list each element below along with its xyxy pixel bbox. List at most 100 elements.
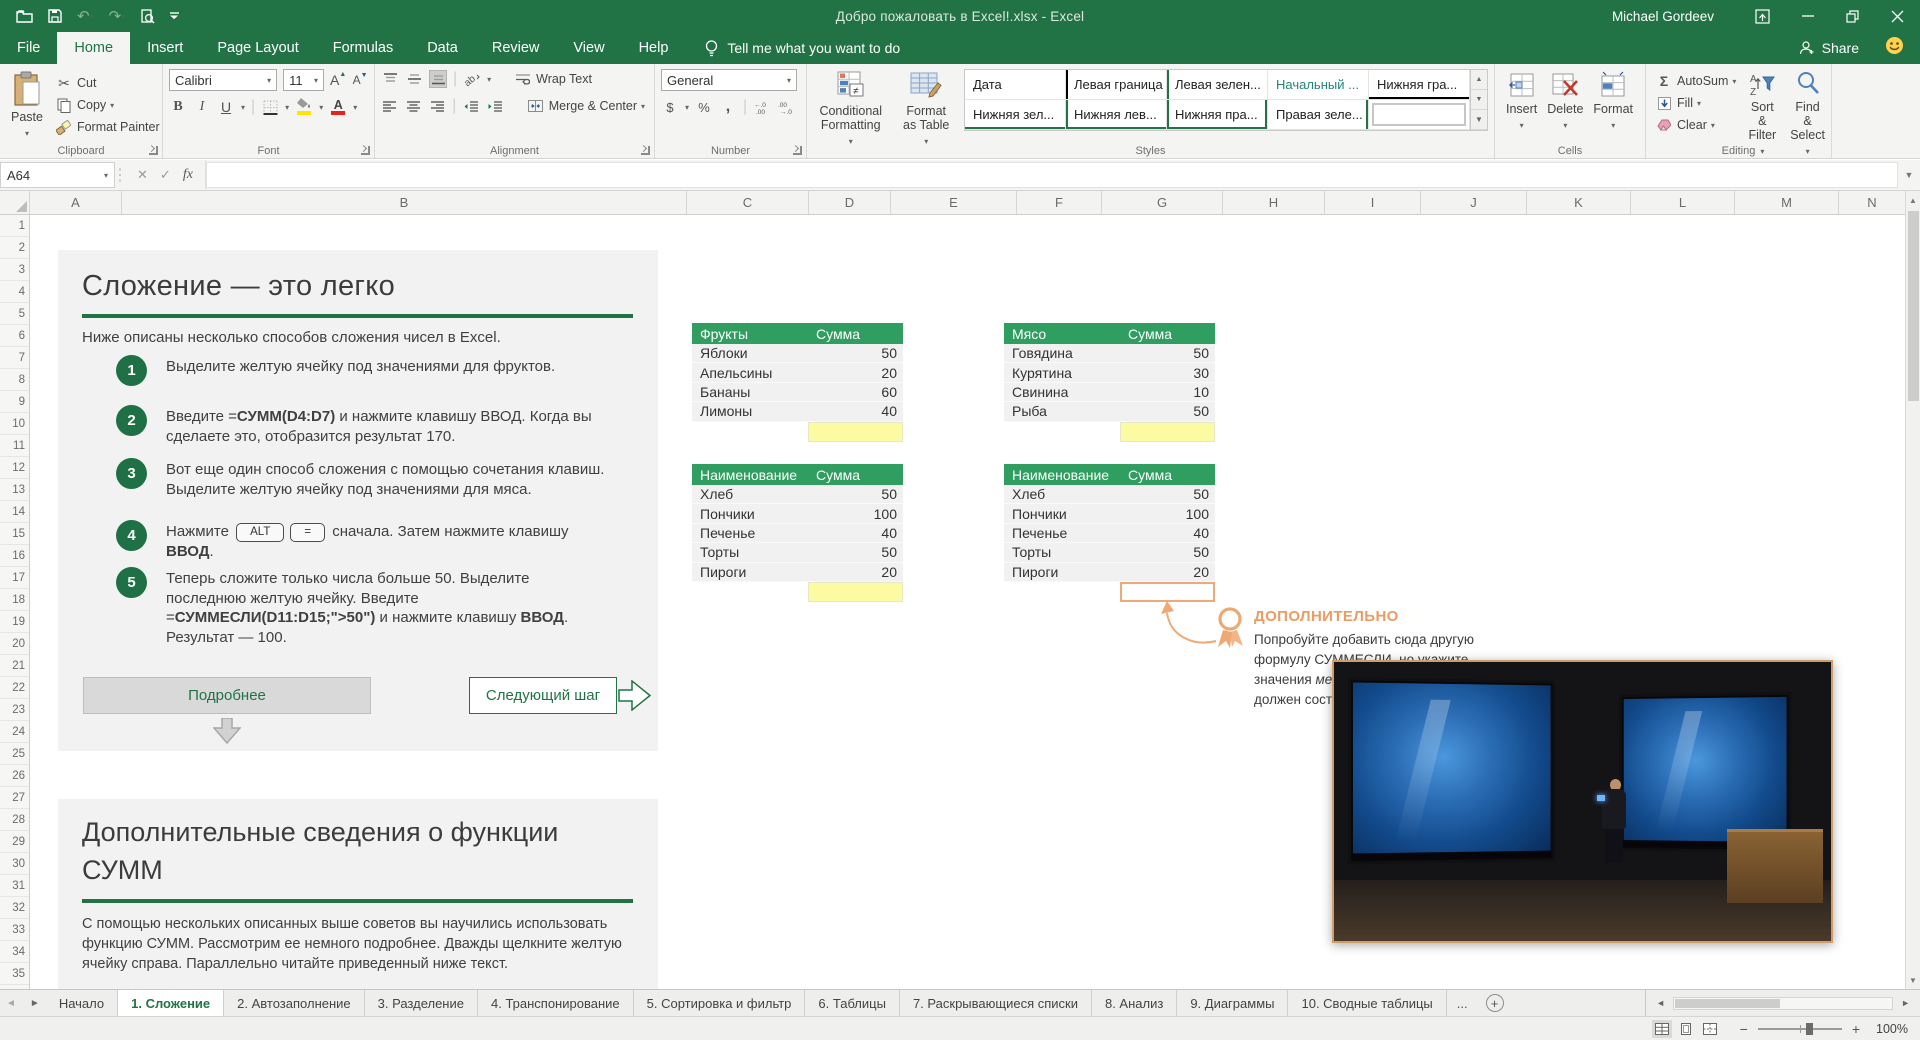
table-row[interactable]: Апельсины20: [692, 363, 903, 382]
column-header-H[interactable]: H: [1223, 191, 1325, 214]
row-header-34[interactable]: 34: [0, 941, 29, 963]
gallery-scrollbar[interactable]: ▲ ▼ ▼: [1471, 69, 1488, 131]
customize-qat-icon[interactable]: [170, 11, 179, 22]
sheet-tab-7-раскрывающиеся-списки[interactable]: 7. Раскрывающиеся списки: [900, 990, 1092, 1016]
align-bottom-icon[interactable]: [429, 70, 447, 88]
font-color-icon[interactable]: A: [329, 98, 347, 116]
row-header-18[interactable]: 18: [0, 589, 29, 611]
row-header-4[interactable]: 4: [0, 281, 29, 303]
bold-icon[interactable]: B: [169, 98, 187, 116]
yellow-input-cell[interactable]: [808, 422, 903, 442]
grow-font-icon[interactable]: A▲: [330, 71, 346, 89]
cell-style-option[interactable]: Левая зелен...: [1167, 70, 1268, 100]
row-header-24[interactable]: 24: [0, 721, 29, 743]
sheet-tab-5-сортировка-и-фильтр[interactable]: 5. Сортировка и фильтр: [634, 990, 806, 1016]
alignment-dialog-launcher[interactable]: [641, 146, 650, 155]
restore-icon[interactable]: [1830, 0, 1875, 32]
cell-style-option[interactable]: Дата: [965, 70, 1066, 100]
row-header-13[interactable]: 13: [0, 479, 29, 501]
ribbon-tab-home[interactable]: Home: [57, 32, 130, 64]
table-row[interactable]: Пончики100: [1004, 504, 1215, 523]
table-row[interactable]: Торты50: [692, 543, 903, 562]
column-header-I[interactable]: I: [1325, 191, 1421, 214]
column-header-B[interactable]: B: [122, 191, 687, 214]
align-right-icon[interactable]: [428, 97, 446, 115]
row-header-26[interactable]: 26: [0, 765, 29, 787]
horizontal-scrollbar[interactable]: ◄ ►: [1645, 990, 1920, 1016]
open-file-icon[interactable]: [16, 9, 33, 23]
align-left-icon[interactable]: [381, 97, 399, 115]
sheet-nav-left-icon[interactable]: ◄: [6, 998, 16, 1009]
table-row[interactable]: Рыба50: [1004, 402, 1215, 421]
borders-icon[interactable]: [261, 98, 279, 116]
row-header-28[interactable]: 28: [0, 809, 29, 831]
sheet-tab-4-транспонирование[interactable]: 4. Транспонирование: [478, 990, 634, 1016]
yellow-input-cell[interactable]: [808, 582, 903, 602]
font-size-combo[interactable]: 11▾: [283, 69, 324, 91]
row-header-9[interactable]: 9: [0, 391, 29, 413]
wrap-text-button[interactable]: Wrap Text: [511, 69, 595, 89]
row-header-1[interactable]: 1: [0, 215, 29, 237]
number-format-combo[interactable]: General▾: [661, 69, 797, 91]
cell-style-option[interactable]: Нижняя пра...: [1167, 100, 1268, 130]
row-header-20[interactable]: 20: [0, 633, 29, 655]
row-header-21[interactable]: 21: [0, 655, 29, 677]
number-dialog-launcher[interactable]: [793, 146, 802, 155]
row-header-7[interactable]: 7: [0, 347, 29, 369]
column-header-M[interactable]: M: [1735, 191, 1839, 214]
row-header-12[interactable]: 12: [0, 457, 29, 479]
cell-style-option[interactable]: Нижняя гра...: [1369, 70, 1470, 100]
column-header-C[interactable]: C: [687, 191, 809, 214]
format-painter-button[interactable]: Format Painter: [52, 117, 163, 137]
zoom-slider-thumb[interactable]: [1806, 1023, 1813, 1035]
close-icon[interactable]: [1875, 0, 1920, 32]
row-header-5[interactable]: 5: [0, 303, 29, 325]
table-row[interactable]: Пироги20: [692, 563, 903, 582]
paste-button[interactable]: Paste▾: [6, 69, 48, 143]
autosum-button[interactable]: ΣAutoSum▾: [1652, 71, 1739, 91]
row-header-17[interactable]: 17: [0, 567, 29, 589]
share-button[interactable]: Share: [1799, 40, 1859, 56]
row-header-25[interactable]: 25: [0, 743, 29, 765]
format-cells-button[interactable]: Format▾: [1588, 69, 1638, 135]
table-row[interactable]: Хлеб50: [1004, 485, 1215, 504]
row-header-27[interactable]: 27: [0, 787, 29, 809]
row-header-19[interactable]: 19: [0, 611, 29, 633]
table-row[interactable]: Говядина50: [1004, 344, 1215, 363]
sheet-tab-9-диаграммы[interactable]: 9. Диаграммы: [1177, 990, 1288, 1016]
zoom-out-icon[interactable]: −: [1740, 1021, 1748, 1037]
table-row[interactable]: Пироги20: [1004, 563, 1215, 582]
table-row[interactable]: Лимоны40: [692, 402, 903, 421]
cell-style-option[interactable]: Нижняя зел...: [965, 100, 1066, 130]
cell-style-option[interactable]: Правая зеле...: [1268, 100, 1369, 130]
user-name[interactable]: Michael Gordeev: [1612, 9, 1714, 24]
normal-view-icon[interactable]: [1652, 1020, 1672, 1038]
fill-button[interactable]: Fill▾: [1652, 93, 1739, 113]
font-dialog-launcher[interactable]: [361, 146, 370, 155]
sheet-tab-6-таблицы[interactable]: 6. Таблицы: [805, 990, 900, 1016]
ribbon-tab-insert[interactable]: Insert: [130, 32, 200, 64]
percent-style-icon[interactable]: %: [695, 98, 713, 116]
sheet-tab-1-сложение[interactable]: 1. Сложение: [118, 990, 224, 1016]
undo-icon[interactable]: ↶▾: [77, 7, 94, 25]
row-header-33[interactable]: 33: [0, 919, 29, 941]
name-box[interactable]: A64▾: [0, 162, 115, 188]
feedback-smiley-icon[interactable]: [1885, 36, 1904, 60]
shrink-font-icon[interactable]: A▼: [352, 71, 368, 89]
align-middle-icon[interactable]: [405, 70, 423, 88]
sheet-canvas[interactable]: Сложение — это легко Ниже описаны нескол…: [30, 215, 1905, 989]
zoom-in-icon[interactable]: +: [1852, 1021, 1860, 1037]
cell-style-option[interactable]: Нижняя лев...: [1066, 100, 1167, 130]
cell-style-option[interactable]: Левая граница: [1066, 70, 1167, 100]
new-sheet-button[interactable]: +: [1478, 990, 1512, 1016]
italic-icon[interactable]: I: [193, 98, 211, 116]
underline-icon[interactable]: U: [217, 98, 235, 116]
zoom-level[interactable]: 100%: [1870, 1022, 1908, 1036]
align-center-icon[interactable]: [405, 97, 423, 115]
column-header-F[interactable]: F: [1017, 191, 1102, 214]
column-header-L[interactable]: L: [1631, 191, 1735, 214]
align-top-icon[interactable]: [381, 70, 399, 88]
next-step-button[interactable]: Следующий шаг: [469, 677, 617, 714]
cell-style-option[interactable]: Начальный ...: [1268, 70, 1369, 100]
table-row[interactable]: Свинина10: [1004, 383, 1215, 402]
